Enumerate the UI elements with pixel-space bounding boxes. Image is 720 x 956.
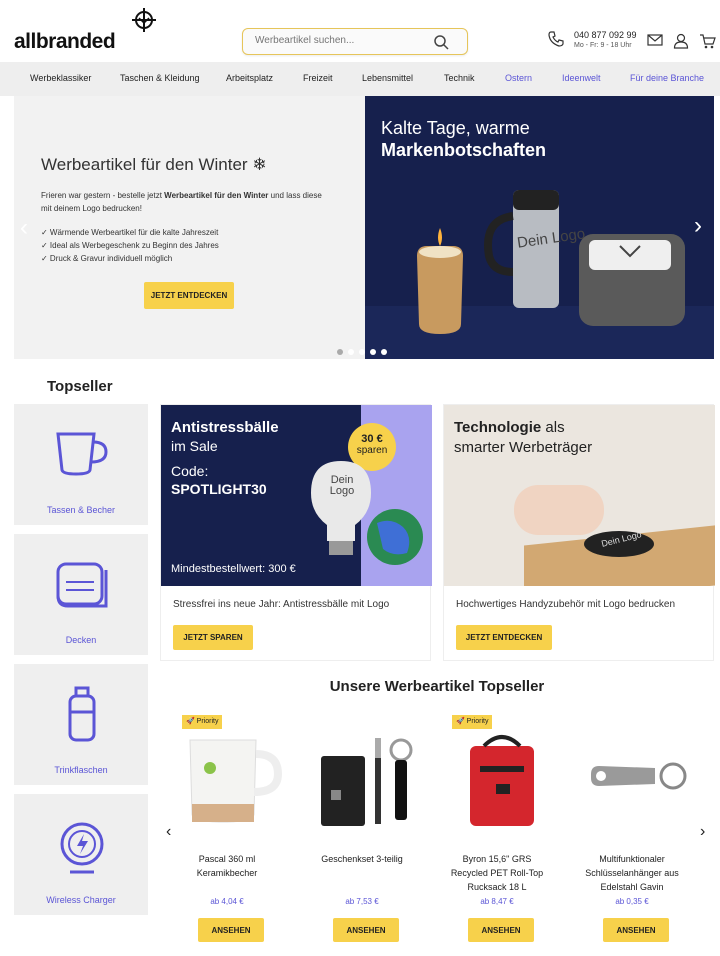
slider-dot[interactable]: [370, 349, 376, 355]
nav-item-technik[interactable]: Technik: [444, 73, 475, 83]
promo-subheading: im Sale: [171, 438, 218, 454]
promo-card-antistress[interactable]: Antistressbälle im Sale Code: SPOTLIGHT3…: [160, 404, 432, 661]
category-tassen[interactable]: Tassen & Becher: [14, 404, 148, 525]
promo-card-technologie[interactable]: Technologie als smarter Werbeträger Dein…: [443, 404, 715, 661]
priority-badge: 🚀 Priority: [452, 715, 493, 729]
wireless-charger-icon: [60, 822, 104, 874]
promo-image-technologie: Technologie als smarter Werbeträger Dein…: [444, 405, 715, 586]
bulb-logo: Dein Logo: [329, 474, 355, 497]
product-image-keychain: [591, 762, 687, 790]
nav-item-ostern[interactable]: Ostern: [505, 73, 532, 83]
site-header: allbranded 040 877 092 99 Mo - Fr: 9 - 1…: [0, 0, 720, 62]
winter-products-image: [365, 190, 714, 359]
slider-prev-arrow[interactable]: ‹: [20, 214, 28, 242]
search-input[interactable]: [255, 35, 425, 46]
carousel-next-arrow[interactable]: ›: [700, 823, 705, 841]
mug-icon: [56, 432, 108, 476]
priority-badge: 🚀 Priority: [182, 715, 223, 729]
promo-description: Hochwertiges Handyzubehör mit Logo bedru…: [456, 599, 676, 610]
blanket-icon: [56, 562, 108, 608]
product-image-backpack: [470, 735, 534, 826]
category-trinkflaschen[interactable]: Trinkflaschen: [14, 664, 148, 785]
product-card[interactable]: 🚀 Priority Byron 15,6" GRS Recycled PET R…: [430, 710, 564, 950]
nav-item-branche[interactable]: Für deine Branche: [630, 73, 704, 83]
hero-banner[interactable]: Kalte Tage, warme Markenbotschaften Dein…: [365, 96, 714, 359]
category-label: Decken: [65, 635, 97, 645]
product-card[interactable]: Multifunktionaler Schlüsselanhänger aus Ed…: [565, 710, 699, 950]
slider-dot[interactable]: [348, 349, 354, 355]
hero-bullets: ✓ Wärmende Werbeartikel für die kalte Ja…: [41, 226, 219, 265]
product-card[interactable]: Geschenkset 3-teilig ab 7,53 € ANSEHEN: [295, 710, 429, 950]
hero-bullet: ✓ Druck & Gravur individuell möglich: [41, 254, 173, 263]
product-name[interactable]: Geschenkset 3-teilig: [295, 852, 429, 866]
category-wireless-charger[interactable]: Wireless Charger: [14, 794, 148, 915]
product-image-mug: [189, 739, 283, 823]
bottle-icon: [68, 686, 96, 742]
hero-text-panel: Werbeartikel für den Winter ❄ Frieren wa…: [14, 96, 365, 359]
phone-hours: Mo - Fr: 9 - 18 Uhr: [574, 42, 632, 49]
slider-next-arrow[interactable]: ›: [694, 212, 702, 240]
view-product-button[interactable]: ANSEHEN: [333, 918, 399, 942]
hero-slider: Werbeartikel für den Winter ❄ Frieren wa…: [14, 96, 714, 359]
promo-heading: Antistressbälle: [171, 419, 279, 436]
product-price: ab 0,35 €: [615, 897, 649, 906]
category-decken[interactable]: Decken: [14, 534, 148, 655]
hero-description: Frieren war gestern - bestelle jetzt Wer…: [41, 191, 322, 213]
hero-cta-button[interactable]: JETZT ENTDECKEN: [144, 282, 234, 309]
nav-item-werbeklassiker[interactable]: Werbeklassiker: [30, 73, 91, 83]
product-price: ab 4,04 €: [210, 897, 244, 906]
logo-mark-icon: [132, 8, 156, 32]
product-price: ab 7,53 €: [345, 897, 379, 906]
promo-heading: Technologie: [454, 419, 542, 436]
product-image-giftset: [321, 738, 413, 826]
phone-number[interactable]: 040 877 092 99: [574, 30, 637, 40]
promo-min-order: Mindestbestellwert: 300 €: [171, 563, 296, 575]
product-name[interactable]: Multifunktionaler Schlüsselanhänger aus Ed…: [565, 852, 699, 894]
promo-code-label: Code:: [171, 463, 209, 479]
product-card[interactable]: 🚀 Priority Pascal 360 ml Keramikbecher ab…: [160, 710, 294, 950]
product-name[interactable]: Byron 15,6" GRS Recycled PET Roll-Top Ruck…: [430, 852, 564, 894]
nav-item-taschen-kleidung[interactable]: Taschen & Kleidung: [120, 73, 200, 83]
nav-item-ideenwelt[interactable]: Ideenwelt: [562, 73, 601, 83]
slider-dot[interactable]: [337, 349, 343, 355]
view-product-button[interactable]: ANSEHEN: [198, 918, 264, 942]
slider-dot[interactable]: [381, 349, 387, 355]
nav-item-arbeitsplatz[interactable]: Arbeitsplatz: [226, 73, 273, 83]
cart-icon[interactable]: [699, 33, 716, 49]
nav-item-freizeit[interactable]: Freizeit: [303, 73, 333, 83]
hero-bullet: ✓ Wärmende Werbeartikel für die kalte Ja…: [41, 228, 219, 237]
promo-image-antistress: Antistressbälle im Sale Code: SPOTLIGHT3…: [161, 405, 432, 586]
category-label: Trinkflaschen: [54, 765, 108, 775]
hero-bullet: ✓ Ideal als Werbegeschenk zu Beginn des …: [41, 241, 219, 250]
product-price: ab 8,47 €: [480, 897, 514, 906]
topseller-heading: Topseller: [47, 378, 113, 395]
account-icon[interactable]: [673, 33, 689, 49]
promo-cta-button[interactable]: JETZT SPAREN: [173, 625, 253, 650]
slider-pagination: [337, 342, 392, 359]
nav-item-lebensmittel[interactable]: Lebensmittel: [362, 73, 413, 83]
banner-line-1: Kalte Tage, warme: [381, 118, 530, 138]
slider-dot[interactable]: [359, 349, 365, 355]
view-product-button[interactable]: ANSEHEN: [468, 918, 534, 942]
view-product-button[interactable]: ANSEHEN: [603, 918, 669, 942]
category-label: Wireless Charger: [46, 895, 116, 905]
product-name[interactable]: Pascal 360 ml Keramikbecher: [160, 852, 294, 880]
promo-subheading: smarter Werbeträger: [454, 439, 593, 456]
hero-title: Werbeartikel für den Winter ❄: [41, 155, 267, 174]
search-bar[interactable]: [242, 28, 468, 55]
promo-description: Stressfrei ins neue Jahr: Antistressbäll…: [173, 599, 390, 610]
category-label: Tassen & Becher: [46, 505, 116, 515]
logo[interactable]: allbranded: [14, 30, 116, 54]
main-nav: Werbeklassiker Taschen & Kleidung Arbeit…: [0, 62, 720, 96]
banner-line-2: Markenbotschaften: [381, 140, 547, 160]
promo-cta-button[interactable]: JETZT ENTDECKEN: [456, 625, 552, 650]
promo-code: SPOTLIGHT30: [171, 481, 267, 497]
mail-icon[interactable]: [647, 33, 663, 47]
topseller-products-heading: Unsere Werbeartikel Topseller: [329, 678, 545, 695]
search-icon[interactable]: [433, 34, 449, 50]
stressball-image: [311, 461, 423, 565]
phone-icon[interactable]: [548, 31, 564, 47]
